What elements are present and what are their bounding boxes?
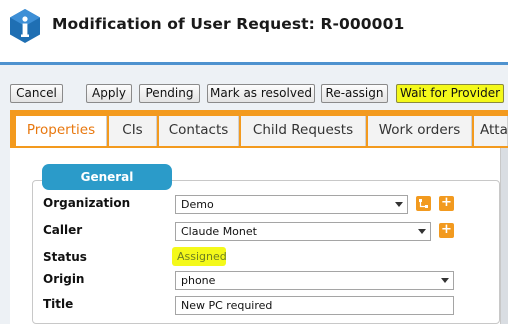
page-title: Modification of User Request: R-000001 (52, 15, 405, 33)
tab-cis[interactable]: CIs (109, 116, 157, 146)
tab-bar: Properties CIs Contacts Child Requests W… (10, 110, 508, 148)
cancel-button[interactable]: Cancel (10, 84, 63, 103)
caller-label: Caller (43, 223, 83, 237)
organization-label: Organization (43, 196, 131, 210)
status-label: Status (43, 250, 87, 264)
organization-value: Demo (181, 198, 214, 211)
tab-work-orders[interactable]: Work orders (368, 116, 472, 146)
origin-select[interactable]: phone (175, 271, 454, 290)
status-value: Assigned (172, 247, 227, 266)
adjacent-panel-edge (500, 148, 508, 324)
section-title: General Information (42, 164, 172, 210)
tab-attachments[interactable]: Atta (474, 116, 508, 146)
apply-button[interactable]: Apply (86, 84, 132, 103)
pending-button[interactable]: Pending (139, 84, 200, 103)
page-header: Modification of User Request: R-000001 (0, 0, 508, 62)
hierarchy-icon (419, 199, 428, 208)
add-caller-button[interactable]: + (439, 223, 454, 238)
tab-properties[interactable]: Properties (16, 116, 107, 146)
tab-contacts[interactable]: Contacts (159, 116, 239, 146)
title-label: Title (43, 297, 74, 311)
add-organization-button[interactable]: + (439, 196, 454, 211)
plus-icon: + (441, 222, 452, 237)
origin-label: Origin (43, 272, 85, 286)
plus-icon: + (441, 195, 452, 210)
info-icon (10, 9, 40, 43)
action-toolbar: Cancel Apply Pending Mark as resolved Re… (0, 84, 508, 106)
title-input[interactable]: New PC required (175, 296, 454, 315)
reassign-button[interactable]: Re-assign (321, 84, 388, 103)
chevron-down-icon (418, 229, 426, 234)
organization-select[interactable]: Demo (175, 195, 408, 214)
chevron-down-icon (395, 202, 403, 207)
chevron-down-icon (441, 278, 449, 283)
origin-value: phone (181, 274, 216, 287)
tab-child-requests[interactable]: Child Requests (241, 116, 366, 146)
mark-as-resolved-button[interactable]: Mark as resolved (207, 84, 315, 103)
caller-value: Claude Monet (181, 225, 257, 238)
caller-select[interactable]: Claude Monet (175, 222, 431, 241)
wait-for-provider-button[interactable]: Wait for Provider (396, 84, 504, 103)
hierarchy-search-button[interactable] (416, 196, 431, 211)
